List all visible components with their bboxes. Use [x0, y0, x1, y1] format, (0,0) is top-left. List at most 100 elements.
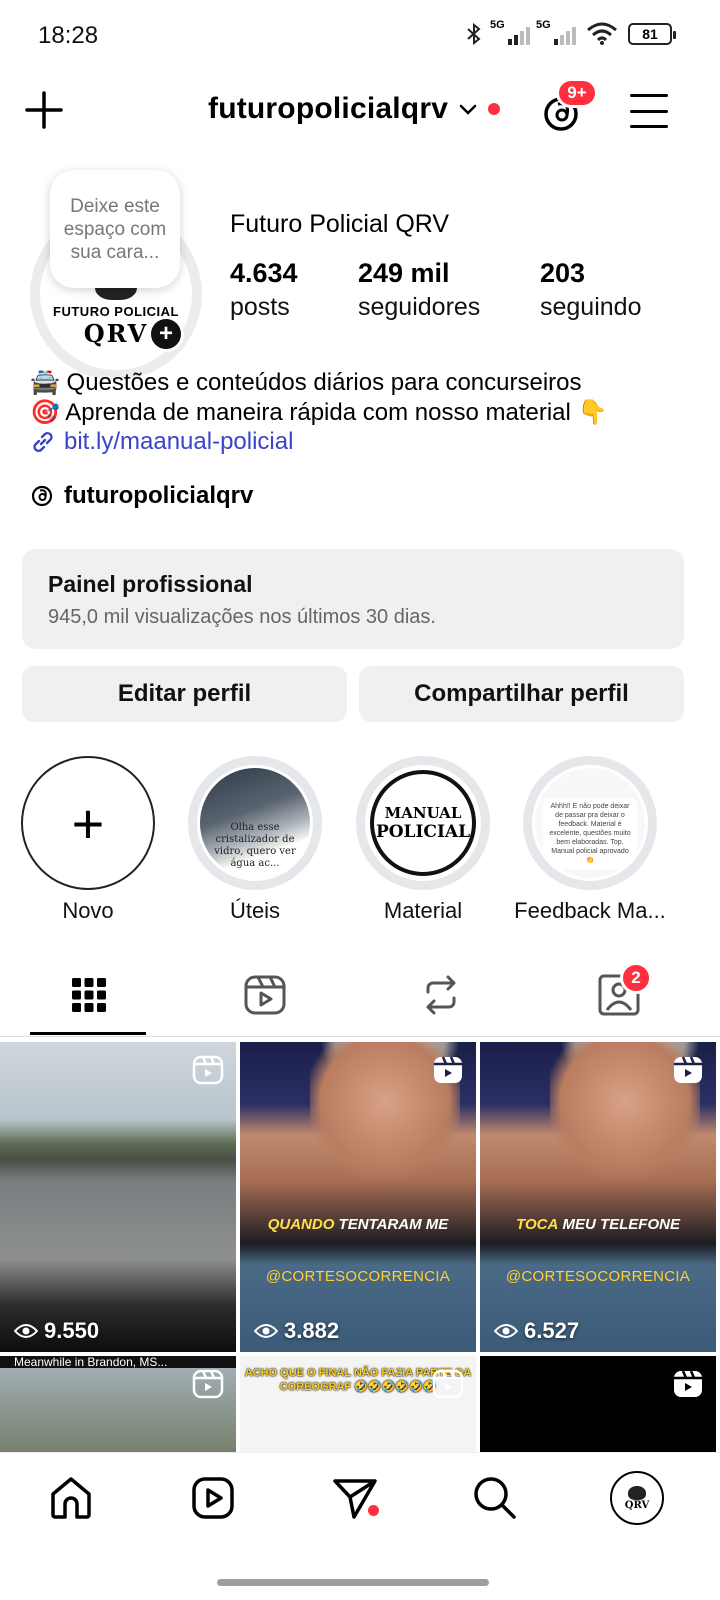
home-indicator[interactable] [217, 1579, 489, 1586]
bio-line: 🚔 Questões e conteúdos diários para conc… [30, 369, 582, 396]
bio-link-text: bit.ly/maanual-policial [64, 428, 294, 455]
post-caption: QUANDO TENTARAM ME [240, 1216, 476, 1233]
reel-icon [432, 1369, 464, 1399]
tagged-badge: 2 [620, 962, 652, 994]
caption-highlight: TOCA [516, 1216, 559, 1233]
reel-icon [434, 1056, 462, 1083]
edit-profile-button[interactable]: Editar perfil [22, 666, 347, 722]
grid-icon[interactable] [64, 970, 114, 1020]
pro-panel-title: Painel profissional [48, 571, 253, 597]
signal-2-icon: 5G [536, 19, 576, 45]
profile-header: futuropolicialqrv 9+ [0, 78, 720, 146]
reels-icon[interactable] [240, 970, 290, 1020]
reel-icon [192, 1369, 224, 1399]
highlight-cover: Olha esse cristalizador de vidro, quero … [197, 765, 313, 881]
chevron-down-icon [459, 104, 477, 115]
stat-value: 203 [540, 258, 586, 288]
profile-tabs: 2 [0, 960, 720, 1038]
stat-following[interactable]: 203 seguindo [540, 256, 641, 324]
bio: 🚔 Questões e conteúdos diários para conc… [30, 368, 690, 428]
messages-unread-dot [368, 1505, 379, 1516]
post-thumbnail[interactable]: 9.550 [0, 1042, 236, 1352]
caption-highlight: QUANDO [267, 1216, 335, 1233]
add-story-plus-icon[interactable]: + [148, 316, 184, 352]
view-count: 6.527 [494, 1318, 579, 1344]
header-username: futuropolicialqrv [208, 92, 449, 125]
manual-logo-line2: POLICIAL [375, 822, 471, 842]
create-plus-icon[interactable] [24, 90, 64, 130]
post-caption: TOCA MEU TELEFONE [480, 1216, 716, 1233]
highlight-feedback[interactable]: Ahhh!! E não pode deixar de passar pra d… [510, 756, 670, 924]
search-icon[interactable] [470, 1473, 520, 1523]
reel-icon [674, 1056, 702, 1083]
stat-posts[interactable]: 4.634 posts [230, 256, 298, 324]
highlight-cover-message: Ahhh!! E não pode deixar de passar pra d… [543, 798, 637, 869]
post-watermark: @CORTESOCORRENCIA [265, 1268, 451, 1285]
highlight-label: Material [383, 898, 463, 923]
bottom-navigation: QRV [0, 1452, 720, 1600]
profile-actions: Editar perfil Compartilhar perfil [22, 666, 684, 722]
account-switcher[interactable]: futuropolicialqrv [208, 92, 501, 126]
menu-icon[interactable] [630, 94, 668, 128]
highlight-uteis[interactable]: Olha esse cristalizador de vidro, quero … [175, 756, 335, 924]
highlight-material[interactable]: MANUAL POLICIAL Material [343, 756, 503, 924]
post-caption: Meanwhile in Brandon, MS... [0, 1356, 236, 1368]
signal-1-icon: 5G [490, 19, 530, 45]
manual-logo: MANUAL POLICIAL [370, 770, 476, 876]
bio-line: 🎯 Aprenda de maneira rápida com nosso ma… [30, 399, 608, 426]
highlight-cover: MANUAL POLICIAL [365, 765, 481, 881]
stat-value: 249 mil [358, 258, 450, 288]
threads-handle: futuropolicialqrv [64, 482, 254, 509]
view-count: 9.550 [14, 1318, 99, 1344]
stat-value: 4.634 [230, 258, 298, 288]
caption-rest: TENTARAM ME [334, 1216, 449, 1233]
profile-nav-avatar[interactable]: QRV [610, 1471, 664, 1525]
post-thumbnail[interactable]: QUANDO TENTARAM ME @CORTESOCORRENCIA 3.8… [240, 1042, 476, 1352]
stat-label: posts [230, 293, 290, 321]
highlight-cover: Ahhh!! E não pode deixar de passar pra d… [532, 765, 648, 881]
stat-label: seguidores [358, 293, 481, 321]
manual-logo-line1: MANUAL [384, 804, 462, 822]
wifi-icon [587, 22, 617, 45]
note-bubble[interactable]: Deixe este espaço com sua cara... [50, 170, 180, 288]
link-icon [33, 431, 53, 453]
reel-icon [192, 1055, 224, 1085]
view-count: 3.882 [254, 1318, 339, 1344]
avatar-text-bottom: QRV [83, 319, 149, 348]
active-tab-indicator [30, 1032, 146, 1035]
caption-rest: MEU TELEFONE [558, 1216, 680, 1233]
threads-icon [31, 485, 53, 507]
plus-icon: + [21, 756, 155, 890]
network-type-1: 5G [490, 19, 505, 31]
status-bar: 18:28 5G 5G 81 [0, 0, 720, 72]
highlight-label: Novo [62, 898, 114, 923]
status-time: 18:28 [38, 22, 99, 49]
tabs-divider [0, 1036, 720, 1037]
highlight-label: Úteis [229, 898, 281, 923]
post-watermark: @CORTESOCORRENCIA [505, 1268, 691, 1285]
highlight-label: Feedback Ma... [514, 898, 666, 923]
share-profile-button[interactable]: Compartilhar perfil [359, 666, 684, 722]
unread-dot [488, 103, 501, 115]
home-icon[interactable] [46, 1473, 96, 1523]
battery-icon: 81 [628, 23, 676, 45]
notification-badge: 9+ [556, 78, 598, 108]
reels-nav-icon[interactable] [188, 1473, 238, 1523]
battery-level: 81 [642, 26, 658, 42]
bio-link[interactable]: bit.ly/maanual-policial [30, 428, 293, 456]
highlight-new[interactable]: + Novo [8, 756, 168, 924]
reposts-icon[interactable] [416, 970, 466, 1020]
view-count-value: 3.882 [284, 1318, 340, 1343]
stat-followers[interactable]: 249 mil seguidores [358, 256, 480, 324]
nav-avatar-text: QRV [624, 1499, 650, 1511]
bluetooth-icon [467, 22, 481, 46]
highlight-cover-caption: Olha esse cristalizador de vidro, quero … [214, 822, 296, 869]
skull-logo [628, 1485, 646, 1500]
professional-dashboard[interactable]: Painel profissional 945,0 mil visualizaç… [22, 549, 684, 649]
view-count-value: 6.527 [524, 1318, 580, 1343]
view-count-value: 9.550 [44, 1318, 100, 1343]
status-icons: 5G 5G 81 [464, 19, 676, 46]
network-type-2: 5G [536, 19, 551, 31]
threads-profile-link[interactable]: futuropolicialqrv [30, 482, 253, 510]
post-thumbnail[interactable]: TOCA MEU TELEFONE @CORTESOCORRENCIA 6.52… [480, 1042, 716, 1352]
